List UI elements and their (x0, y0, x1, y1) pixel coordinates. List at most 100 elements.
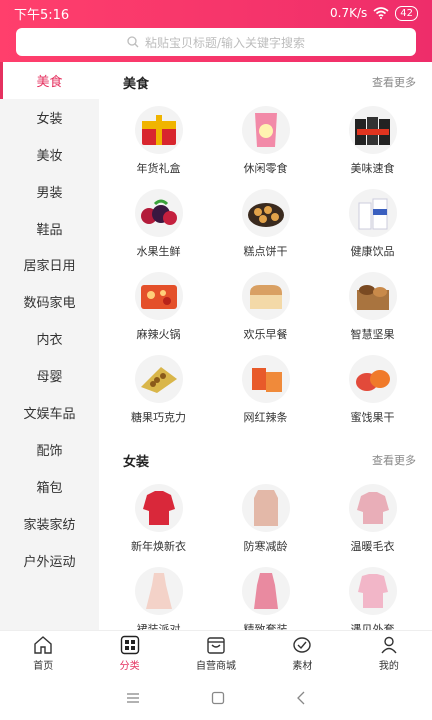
bread-icon (241, 272, 290, 320)
snack-bag-icon (241, 106, 290, 154)
chocolate-icon (134, 355, 183, 403)
grid-item-label: 水果生鲜 (136, 245, 181, 258)
tab-home[interactable]: 首页 (0, 631, 86, 676)
grid-item[interactable]: 欢乐早餐 (212, 268, 319, 351)
grid-item[interactable]: 智慧坚果 (319, 268, 426, 351)
grid-item[interactable]: 温暖毛衣 (319, 480, 426, 563)
home-square-icon[interactable] (211, 691, 225, 705)
grid-item-label: 休闲零食 (243, 162, 288, 175)
sidebar-item-mens[interactable]: 男装 (0, 173, 99, 210)
grid-item-label: 美味速食 (350, 162, 395, 175)
sidebar-item-shoes[interactable]: 鞋品 (0, 210, 99, 247)
sidebar-item-label: 家装家纺 (23, 517, 76, 533)
sidebar-item-home-textile[interactable]: 家装家纺 (0, 505, 99, 542)
search-input[interactable]: 粘贴宝贝标题/输入关键字搜索 (16, 28, 416, 56)
grid-item-label: 欢乐早餐 (243, 328, 288, 341)
sidebar-item-outdoor[interactable]: 户外运动 (0, 542, 99, 579)
section-title: 女装 (123, 454, 150, 470)
grid-item[interactable]: 新年焕新衣 (105, 480, 212, 563)
grid-item[interactable]: 精致套装 (212, 563, 319, 630)
home-icon (34, 636, 52, 654)
network-speed: 0.7K/s (330, 6, 368, 20)
tab-label: 分类 (119, 661, 140, 672)
sidebar-item-entertainment[interactable]: 文娱车品 (0, 394, 99, 431)
sidebar-item-label: 内衣 (36, 333, 63, 349)
grid-item[interactable]: 美味速食 (319, 102, 426, 185)
view-more-link[interactable]: 查看更多 (372, 74, 416, 90)
grid-item-label: 智慧坚果 (350, 328, 395, 341)
tab-label: 自营商城 (196, 661, 237, 672)
sidebar-item-electronics[interactable]: 数码家电 (0, 283, 99, 320)
grid-item[interactable]: 网红辣条 (212, 351, 319, 434)
sidebar-item-label: 配饰 (36, 443, 63, 459)
grid-item[interactable]: 健康饮品 (319, 185, 426, 268)
grid-item-label: 裙装派对 (136, 623, 181, 630)
tab-label: 我的 (378, 661, 399, 672)
instant-noodles-icon (348, 106, 397, 154)
tab-materials[interactable]: 素材 (259, 631, 345, 676)
sidebar-item-baby[interactable]: 母婴 (0, 357, 99, 394)
app-header: 下午5:16 0.7K/s 42 粘贴宝贝标题/输入关键字搜索 (0, 0, 432, 62)
sidebar-item-label: 箱包 (36, 480, 63, 496)
section-header-womens: 女装 查看更多 (99, 440, 432, 480)
grid-item[interactable]: 糖果巧克力 (105, 351, 212, 434)
grid-item[interactable]: 休闲零食 (212, 102, 319, 185)
user-icon (381, 636, 397, 654)
sidebar-item-bags[interactable]: 箱包 (0, 468, 99, 505)
bottom-tab-bar: 首页 分类 自营商城 素材 我的 (0, 630, 432, 676)
tab-store[interactable]: 自营商城 (173, 631, 259, 676)
grid-item-label: 遇见外套 (350, 623, 395, 630)
grid-item[interactable]: 年货礼盒 (105, 102, 212, 185)
status-time: 下午5:16 (14, 7, 70, 23)
grid-item[interactable]: 蜜饯果干 (319, 351, 426, 434)
sidebar-item-label: 美食 (36, 74, 63, 90)
sidebar-item-label: 文娱车品 (23, 406, 76, 422)
gift-box-icon (134, 106, 183, 154)
grid-item-label: 防寒减龄 (243, 540, 288, 553)
category-content: 美食 查看更多 年货礼盒 休闲零食 美味速食 水果生鲜 糕点饼干 健康饮品 麻辣… (99, 62, 432, 630)
sidebar-item-label: 数码家电 (23, 296, 76, 312)
grid-item-label: 健康饮品 (350, 245, 395, 258)
cookies-icon (241, 189, 290, 237)
grid-item[interactable]: 水果生鲜 (105, 185, 212, 268)
tab-category[interactable]: 分类 (86, 631, 172, 676)
wifi-icon (373, 7, 389, 19)
grid-item-label: 糖果巧克力 (131, 411, 186, 424)
sidebar-item-label: 户外运动 (23, 554, 76, 570)
grid-item[interactable]: 麻辣火锅 (105, 268, 212, 351)
tab-profile[interactable]: 我的 (346, 631, 432, 676)
sidebar-item-label: 母婴 (36, 370, 63, 386)
sidebar-item-womens[interactable]: 女装 (0, 99, 99, 136)
section-header-food: 美食 查看更多 (99, 62, 432, 102)
status-indicators: 0.7K/s 42 (330, 5, 418, 21)
back-icon[interactable] (296, 691, 306, 705)
grid-item-label: 精致套装 (243, 623, 288, 630)
menu-icon[interactable] (126, 692, 140, 704)
grid-item[interactable]: 糕点饼干 (212, 185, 319, 268)
grid-icon (120, 635, 139, 655)
view-more-link[interactable]: 查看更多 (372, 452, 416, 468)
materials-icon (293, 637, 312, 653)
sidebar-item-label: 男装 (36, 185, 63, 201)
grid-item[interactable]: 防寒减龄 (212, 480, 319, 563)
sidebar-item-label: 居家日用 (23, 259, 76, 275)
fruit-icon (134, 189, 183, 237)
sidebar-item-underwear[interactable]: 内衣 (0, 320, 99, 357)
tab-label: 素材 (292, 661, 313, 672)
sidebar-item-food[interactable]: 美食 (0, 62, 99, 99)
grid-item-label: 糕点饼干 (243, 245, 288, 258)
grid-item-label: 麻辣火锅 (136, 328, 181, 341)
tab-label: 首页 (33, 661, 54, 672)
dress-icon (134, 567, 183, 615)
search-icon (127, 36, 139, 48)
grid-item[interactable]: 裙装派对 (105, 563, 212, 630)
sidebar-item-accessories[interactable]: 配饰 (0, 431, 99, 468)
sidebar-item-household[interactable]: 居家日用 (0, 246, 99, 283)
hotpot-icon (134, 272, 183, 320)
grid-item[interactable]: 遇见外套 (319, 563, 426, 630)
food-grid: 年货礼盒 休闲零食 美味速食 水果生鲜 糕点饼干 健康饮品 麻辣火锅 欢乐早餐 … (99, 102, 432, 434)
suit-dress-icon (241, 567, 290, 615)
sidebar-item-label: 美妆 (36, 148, 63, 164)
sidebar-item-beauty[interactable]: 美妆 (0, 136, 99, 173)
section-title: 美食 (123, 76, 150, 92)
